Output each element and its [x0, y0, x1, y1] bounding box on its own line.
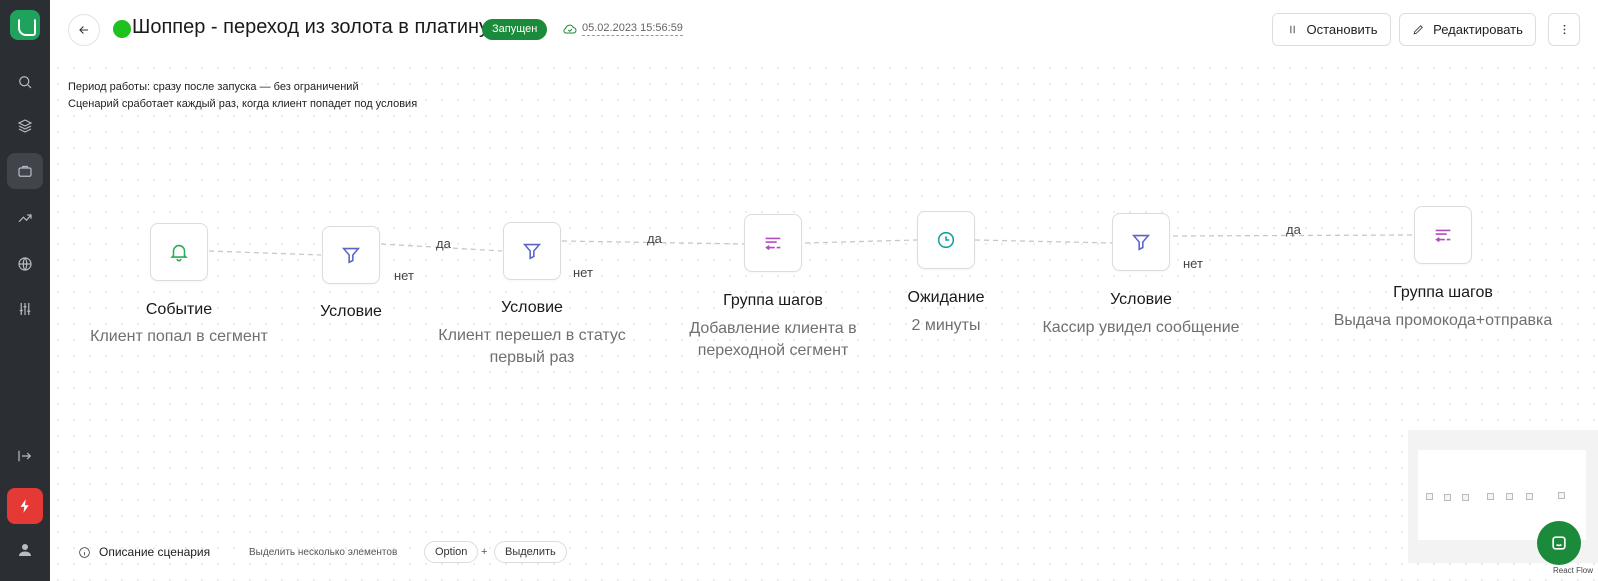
lightning-icon[interactable]: [7, 488, 43, 524]
pause-icon: [1289, 25, 1295, 34]
node-condition-2-subtitle: Клиент перешел в статус первый раз: [438, 327, 626, 366]
node-condition-3-subtitle: Кассир увидел сообщение: [1042, 319, 1240, 336]
user-icon[interactable]: [7, 532, 43, 568]
briefcase-icon[interactable]: [7, 153, 43, 189]
edge-label-no: нет: [394, 268, 414, 283]
node-condition-2-title: Условие: [501, 299, 563, 316]
node-condition-2[interactable]: [503, 222, 561, 280]
node-wait[interactable]: [917, 211, 975, 269]
scenario-description-label: Описание сценария: [99, 545, 211, 559]
node-step-group-2-title: Группа шагов: [1393, 284, 1493, 301]
step-group-icon: [1435, 229, 1451, 243]
node-step-group-2-subtitle: Выдача промокода+отправка: [1333, 312, 1553, 329]
minimap-node: [1487, 493, 1494, 500]
status-badge: Запущен: [482, 19, 548, 40]
option-key: Option: [424, 541, 479, 563]
node-condition-3-title: Условие: [1110, 291, 1172, 308]
stop-button[interactable]: Остановить: [1272, 13, 1391, 46]
minimap-node: [1444, 494, 1451, 501]
node-wait-title: Ожидание: [907, 289, 985, 306]
node-condition-3[interactable]: [1112, 213, 1170, 271]
edge-label-no: нет: [1183, 256, 1203, 271]
node-condition-1[interactable]: [322, 226, 380, 284]
filter-icon: [341, 247, 361, 264]
page-title: Шоппер - переход из золота в платину: [132, 16, 490, 38]
pencil-icon: [1413, 25, 1423, 35]
app-logo[interactable]: [10, 10, 40, 40]
node-event-subtitle: Клиент попал в сегмент: [90, 328, 268, 345]
node-event[interactable]: [150, 223, 208, 281]
sliders-icon[interactable]: [7, 291, 43, 327]
search-icon[interactable]: [7, 64, 43, 100]
more-vertical-icon: [1563, 24, 1565, 35]
plus-sign: +: [481, 546, 488, 558]
filter-icon: [522, 243, 542, 260]
edge-label-yes: да: [1286, 222, 1301, 237]
trend-icon[interactable]: [7, 200, 43, 236]
globe-icon[interactable]: [7, 246, 43, 282]
cloud-check-icon: [562, 21, 578, 37]
edit-button[interactable]: Редактировать: [1399, 13, 1536, 46]
edge-label-yes: да: [436, 236, 451, 251]
more-button[interactable]: [1548, 13, 1580, 46]
edge-label-no: нет: [573, 265, 593, 280]
info-icon: [79, 546, 90, 558]
minimap-node: [1462, 494, 1469, 501]
minimap-node: [1558, 492, 1565, 499]
chat-button[interactable]: [1537, 521, 1581, 565]
period-info: Период работы: сразу после запуска — без…: [68, 81, 359, 93]
chat-icon: [1552, 536, 1566, 550]
node-step-group-2[interactable]: [1414, 206, 1472, 264]
expand-icon[interactable]: [7, 438, 43, 474]
status-dot: [113, 20, 131, 38]
step-group-icon: [765, 237, 781, 251]
bell-icon: [170, 244, 188, 262]
scenario-description-button[interactable]: Описание сценария: [78, 545, 210, 559]
saved-timestamp: 05.02.2023 15:56:59: [582, 22, 683, 36]
multi-select-hint: Выделить несколько элементов: [249, 547, 398, 558]
react-flow-attribution[interactable]: React Flow: [1553, 566, 1593, 575]
sidebar: [0, 0, 50, 581]
minimap-node: [1506, 493, 1513, 500]
select-key: Выделить: [494, 541, 567, 563]
filter-icon: [1131, 234, 1151, 251]
layers-icon[interactable]: [7, 108, 43, 144]
edit-button-label: Редактировать: [1433, 22, 1523, 37]
stop-button-label: Остановить: [1306, 22, 1378, 37]
edge-label-yes: да: [647, 231, 662, 246]
clock-icon: [937, 231, 955, 249]
node-step-group-1[interactable]: [744, 214, 802, 272]
minimap-node: [1526, 493, 1533, 500]
minimap-node: [1426, 493, 1433, 500]
back-button[interactable]: [68, 14, 100, 46]
arrow-left-icon: [79, 26, 89, 34]
trigger-info: Сценарий сработает каждый раз, когда кли…: [68, 98, 418, 110]
